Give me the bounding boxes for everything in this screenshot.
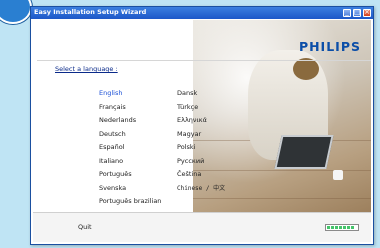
close-button[interactable]: × — [363, 8, 371, 17]
window-title: Easy Installation Setup Wizard — [34, 8, 147, 16]
select-language-label: Select a language : — [55, 65, 118, 73]
language-column-left: English Français Nederlands Deutsch Espa… — [99, 87, 161, 209]
language-option-polish[interactable]: Polski — [177, 141, 225, 155]
person-hair — [293, 58, 319, 80]
setup-wizard-window: Easy Installation Setup Wizard _ □ × PHI… — [30, 6, 374, 245]
wizard-footer: Quit — [33, 212, 371, 242]
language-option-english[interactable]: English — [99, 87, 161, 101]
step-badge — [0, 0, 32, 24]
progress-bar — [325, 224, 359, 231]
language-option-greek[interactable]: Ελληνικά — [177, 114, 225, 128]
progress-fill — [327, 226, 354, 229]
wizard-content: PHILIPS Select a language : English Fran… — [33, 20, 371, 242]
floor-line — [193, 198, 371, 199]
language-option-hungarian[interactable]: Magyar — [177, 128, 225, 142]
language-option-german[interactable]: Deutsch — [99, 128, 161, 142]
language-option-dutch[interactable]: Nederlands — [99, 114, 161, 128]
header-divider — [37, 60, 371, 61]
language-column-right: Dansk Türkçe Ελληνικά Magyar Polski Русс… — [177, 87, 225, 195]
language-option-italian[interactable]: Italiano — [99, 155, 161, 169]
laptop-image — [274, 135, 334, 169]
minimize-button[interactable]: _ — [343, 8, 351, 17]
language-option-french[interactable]: Français — [99, 101, 161, 115]
language-option-swedish[interactable]: Svenska — [99, 182, 161, 196]
language-option-russian[interactable]: Русский — [177, 155, 225, 169]
maximize-button[interactable]: □ — [353, 8, 361, 17]
minimize-icon: _ — [345, 8, 349, 16]
language-option-danish[interactable]: Dansk — [177, 87, 225, 101]
language-option-chinese[interactable]: Chinese / 中文 — [177, 182, 225, 196]
mug-image — [333, 170, 343, 180]
maximize-icon: □ — [354, 8, 361, 16]
close-icon: × — [364, 8, 370, 16]
quit-button[interactable]: Quit — [78, 223, 92, 231]
language-option-czech[interactable]: Čeština — [177, 168, 225, 182]
philips-logo: PHILIPS — [298, 39, 361, 54]
language-option-turkish[interactable]: Türkçe — [177, 101, 225, 115]
title-bar[interactable]: Easy Installation Setup Wizard _ □ × — [31, 7, 373, 19]
language-option-portuguese-brazilian[interactable]: Português brazilian — [99, 195, 161, 209]
language-option-portuguese[interactable]: Português — [99, 168, 161, 182]
language-option-spanish[interactable]: Español — [99, 141, 161, 155]
